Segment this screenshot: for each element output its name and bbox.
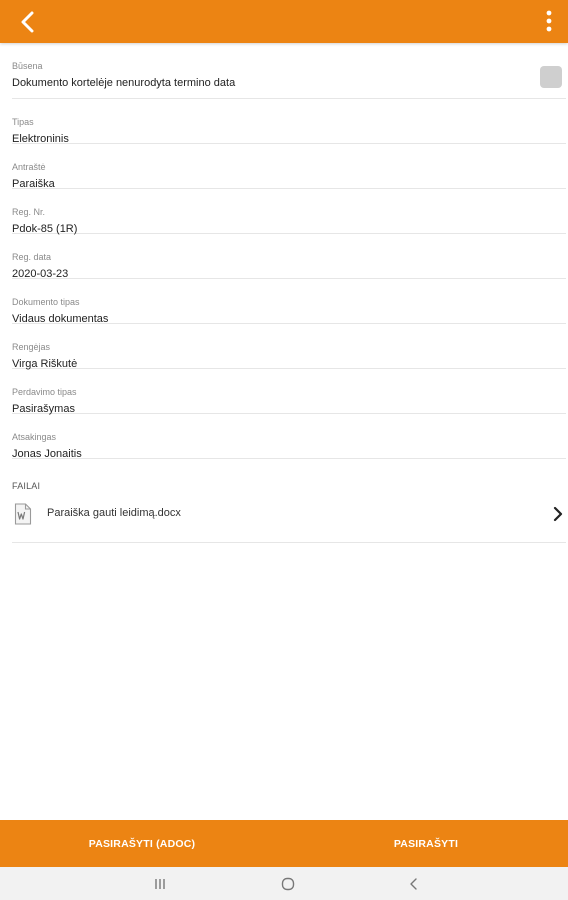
field-reg-number: Reg. Nr. Pdok-85 (1R) <box>12 189 566 235</box>
field-preparer: Rengėjas Virga Riškutė <box>12 324 566 370</box>
field-label: Tipas <box>12 117 34 127</box>
files-section-title: FAILAI <box>12 481 41 491</box>
field-responsible: Atsakingas Jonas Jonaitis <box>12 414 566 460</box>
home-icon <box>281 877 295 890</box>
file-item[interactable]: Paraiška gauti leidimą.docx <box>12 501 566 543</box>
field-label: Antraštė <box>12 162 46 172</box>
sign-adoc-button[interactable]: PASIRAŠYTI (ADOC) <box>0 820 284 867</box>
recents-icon <box>155 878 165 889</box>
arrow-left-icon <box>21 11 34 33</box>
status-checkbox[interactable] <box>540 66 562 88</box>
system-back-button[interactable] <box>394 867 434 900</box>
field-label: Reg. data <box>12 252 52 262</box>
field-title: Antraštė Paraiška <box>12 144 566 190</box>
word-document-icon <box>14 503 32 525</box>
home-button[interactable] <box>268 867 308 900</box>
field-type: Tipas Elektroninis <box>12 99 566 145</box>
top-app-bar <box>0 0 568 43</box>
sign-button[interactable]: PASIRAŠYTI <box>284 820 568 867</box>
field-value: Dokumento kortelėje nenurodyta termino d… <box>12 77 236 89</box>
recents-button[interactable] <box>140 867 180 900</box>
more-vertical-icon <box>546 10 552 32</box>
field-label: Reg. Nr. <box>12 207 46 217</box>
field-status: Būsena Dokumento kortelėje nenurodyta te… <box>12 43 566 99</box>
field-document-type: Dokumento tipas Vidaus dokumentas <box>12 279 566 325</box>
document-detail-screen: Būsena Dokumento kortelėje nenurodyta te… <box>0 0 568 900</box>
overflow-menu-button[interactable] <box>536 6 562 36</box>
field-label: Rengėjas <box>12 342 51 352</box>
field-label: Perdavimo tipas <box>12 387 77 397</box>
system-navigation-bar <box>0 867 568 900</box>
file-name: Paraiška gauti leidimą.docx <box>47 507 181 519</box>
field-transfer-type: Perdavimo tipas Pasirašymas <box>12 369 566 415</box>
field-label: Atsakingas <box>12 432 57 442</box>
field-label: Dokumento tipas <box>12 297 80 307</box>
action-bar: PASIRAŠYTI (ADOC) PASIRAŠYTI <box>0 820 568 867</box>
back-icon <box>410 877 417 890</box>
field-reg-date: Reg. data 2020-03-23 <box>12 234 566 280</box>
document-details: Būsena Dokumento kortelėje nenurodyta te… <box>0 43 568 543</box>
field-value: Jonas Jonaitis <box>12 448 82 460</box>
chevron-right-icon <box>553 506 563 522</box>
back-button[interactable] <box>14 8 42 36</box>
field-label: Būsena <box>12 61 43 71</box>
